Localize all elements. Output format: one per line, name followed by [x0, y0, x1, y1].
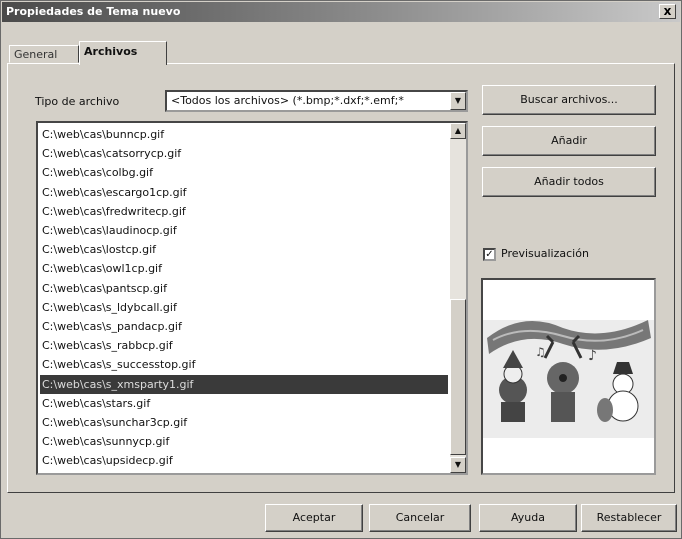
- tab-general[interactable]: General: [9, 45, 79, 63]
- title-bar[interactable]: Propiedades de Tema nuevo x: [2, 2, 680, 22]
- tab-archivos[interactable]: Archivos: [79, 41, 167, 65]
- list-item[interactable]: C:\web\cas\s_successtop.gif: [40, 355, 448, 374]
- file-list[interactable]: C:\web\cas\bunncp.gif C:\web\cas\catsorry…: [36, 121, 468, 475]
- list-item[interactable]: C:\web\cas\owl1cp.gif: [40, 259, 448, 278]
- cancel-button[interactable]: Cancelar: [369, 504, 471, 532]
- list-item[interactable]: C:\web\cas\s_pandacp.gif: [40, 317, 448, 336]
- list-item[interactable]: C:\web\cas\pantscp.gif: [40, 279, 448, 298]
- preview-checkbox[interactable]: ✓: [483, 248, 496, 261]
- list-item[interactable]: C:\web\cas\lostcp.gif: [40, 240, 448, 259]
- properties-dialog: Propiedades de Tema nuevo x General Arch…: [0, 0, 682, 539]
- chevron-down-icon[interactable]: ▼: [450, 92, 466, 110]
- scroll-thumb[interactable]: [450, 299, 466, 455]
- list-item[interactable]: C:\web\cas\escargo1cp.gif: [40, 183, 448, 202]
- scroll-up-icon[interactable]: ▲: [450, 123, 466, 139]
- dialog-title: Propiedades de Tema nuevo: [6, 5, 181, 18]
- list-item[interactable]: C:\web\cas\sunnycp.gif: [40, 432, 448, 451]
- list-item[interactable]: C:\web\cas\stars.gif: [40, 394, 448, 413]
- add-all-button[interactable]: Añadir todos: [482, 167, 656, 197]
- list-item[interactable]: C:\web\cas\upsidecp.gif: [40, 451, 448, 470]
- list-item[interactable]: C:\web\cas\s_ldybcall.gif: [40, 298, 448, 317]
- search-files-button[interactable]: Buscar archivos...: [482, 85, 656, 115]
- close-button[interactable]: x: [659, 4, 676, 19]
- accept-button[interactable]: Aceptar: [265, 504, 363, 532]
- svg-text:♫: ♫: [535, 345, 546, 359]
- file-type-value: <Todos los archivos> (*.bmp;*.dxf;*.emf;…: [171, 94, 404, 107]
- preview-pane: ♪ ♫: [481, 278, 656, 475]
- list-item-selected[interactable]: C:\web\cas\s_xmsparty1.gif: [40, 374, 448, 394]
- list-item[interactable]: C:\web\cas\s_rabbcp.gif: [40, 336, 448, 355]
- reset-button[interactable]: Restablecer: [581, 504, 677, 532]
- list-item[interactable]: C:\web\cas\sunchar3cp.gif: [40, 413, 448, 432]
- list-item[interactable]: C:\web\cas\colbg.gif: [40, 163, 448, 182]
- list-item[interactable]: C:\web\cas\bunncp.gif: [40, 125, 448, 144]
- file-type-select[interactable]: <Todos los archivos> (*.bmp;*.dxf;*.emf;…: [165, 90, 468, 112]
- list-item[interactable]: C:\web\cas\fredwritecp.gif: [40, 202, 448, 221]
- file-type-label: Tipo de archivo: [35, 95, 120, 108]
- scroll-down-icon[interactable]: ▼: [450, 457, 466, 473]
- help-button[interactable]: Ayuda: [479, 504, 577, 532]
- svg-text:♪: ♪: [588, 348, 597, 364]
- christmas-party-image: ♪ ♫: [483, 280, 654, 473]
- file-list-scrollbar[interactable]: ▲ ▼: [450, 123, 466, 473]
- list-item[interactable]: C:\web\cas\catsorrycp.gif: [40, 144, 448, 163]
- add-button[interactable]: Añadir: [482, 126, 656, 156]
- list-item[interactable]: C:\web\cas\laudinocp.gif: [40, 221, 448, 240]
- preview-checkbox-label[interactable]: Previsualización: [501, 247, 589, 260]
